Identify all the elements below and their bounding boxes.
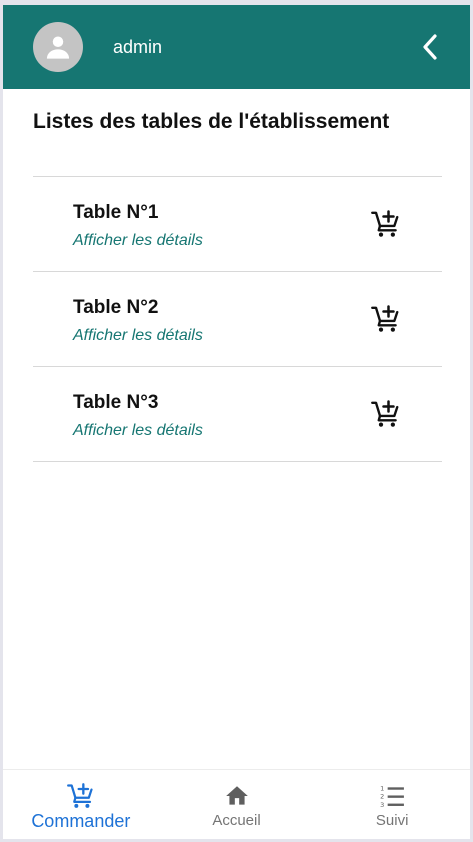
app-header: admin (3, 5, 470, 89)
nav-item-accueil[interactable]: Accueil (159, 770, 315, 839)
cart-plus-icon (371, 400, 399, 427)
bottom-navigation: Commander Accueil 1 2 3 Suivi (3, 769, 470, 839)
table-row[interactable]: Table N°2 Afficher les détails (33, 272, 442, 367)
show-details-link[interactable]: Afficher les détails (73, 327, 203, 345)
table-row[interactable]: Table N°1 Afficher les détails (33, 177, 442, 272)
cart-plus-icon (371, 305, 399, 332)
nav-label: Commander (31, 811, 131, 831)
add-order-button[interactable] (369, 207, 403, 241)
username: admin (113, 37, 163, 57)
home-icon (225, 786, 248, 805)
show-details-link[interactable]: Afficher les détails (73, 232, 203, 250)
nav-label: Accueil (212, 812, 261, 829)
svg-text:1: 1 (380, 785, 384, 793)
cart-plus-icon (371, 210, 399, 237)
cart-plus-icon (66, 783, 93, 808)
svg-text:3: 3 (380, 801, 384, 809)
nav-item-commander[interactable]: Commander (3, 770, 159, 839)
person-icon (46, 36, 70, 59)
add-order-button[interactable] (369, 302, 403, 336)
numbered-list-icon: 1 2 3 (380, 785, 405, 809)
table-list: Table N°1 Afficher les détails Table N°2… (33, 176, 442, 462)
nav-item-suivi[interactable]: 1 2 3 Suivi (314, 770, 470, 839)
avatar[interactable] (33, 22, 83, 72)
show-details-link[interactable]: Afficher les détails (73, 422, 203, 440)
app-screen: admin Listes des tables de l'établisseme… (3, 5, 470, 839)
table-row[interactable]: Table N°3 Afficher les détails (33, 367, 442, 462)
page-title: Listes des tables de l'établissement (33, 110, 390, 133)
svg-text:2: 2 (380, 793, 384, 801)
table-name: Table N°2 (73, 297, 159, 318)
table-name: Table N°3 (73, 392, 159, 413)
back-button[interactable] (413, 29, 447, 65)
nav-label: Suivi (375, 812, 409, 829)
add-order-button[interactable] (369, 397, 403, 431)
table-name: Table N°1 (73, 202, 159, 223)
chevron-left-icon (423, 34, 437, 60)
